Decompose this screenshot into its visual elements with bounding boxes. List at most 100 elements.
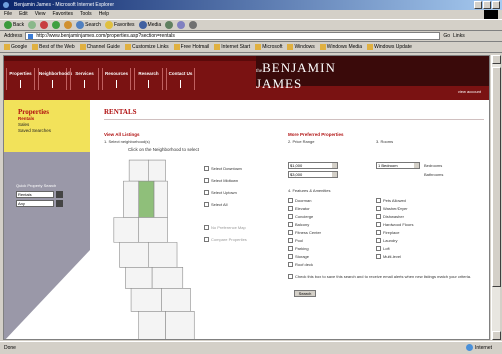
mail-icon <box>177 21 186 29</box>
menu-view[interactable]: View <box>35 10 46 19</box>
amenity-checkbox[interactable]: Pool <box>288 238 303 243</box>
amenity-checkbox[interactable]: Fitness Center <box>288 230 321 235</box>
price-from-select[interactable]: $1,000 <box>288 162 338 169</box>
favorites-button[interactable]: Favorites <box>104 21 135 29</box>
minimize-button[interactable] <box>474 1 482 9</box>
sidebar: Properties Rentals Sales Saved Searches … <box>4 100 90 339</box>
link-microsoft[interactable]: Microsoft <box>255 44 282 50</box>
neighborhood-checkbox[interactable]: Select All <box>204 202 227 207</box>
map-region[interactable] <box>148 242 178 268</box>
windows-logo-icon <box>484 10 498 19</box>
neighborhood-checkbox[interactable]: Select Uptown <box>204 190 237 195</box>
map-region[interactable] <box>125 266 153 289</box>
account-link[interactable]: view account <box>458 89 481 94</box>
quick-search-go-button-2[interactable] <box>56 200 63 207</box>
link-windows-update[interactable]: Windows Update <box>367 44 412 50</box>
refresh-button[interactable] <box>52 21 61 29</box>
go-button[interactable]: Go <box>443 33 450 39</box>
amenity-checkbox[interactable]: Doorman <box>288 198 311 203</box>
map-region[interactable] <box>138 311 166 340</box>
print-button[interactable] <box>189 21 198 29</box>
amenity-checkbox[interactable]: Fireplace <box>376 230 399 235</box>
scroll-down-button[interactable] <box>492 331 501 340</box>
amenity-checkbox[interactable]: Loft <box>376 246 390 251</box>
quick-search-go-button[interactable] <box>56 191 63 198</box>
menu-edit[interactable]: Edit <box>19 10 28 19</box>
price-to-select[interactable]: $3,000 <box>288 171 338 178</box>
amenity-checkbox[interactable]: Laundry <box>376 238 397 243</box>
map-region[interactable] <box>113 217 140 243</box>
back-arrow-icon <box>4 21 12 29</box>
menu-tools[interactable]: Tools <box>80 10 92 19</box>
quick-search-type[interactable]: Rentals <box>16 191 54 198</box>
amenity-checkbox[interactable]: Balcony <box>288 222 309 227</box>
stop-button[interactable] <box>40 21 49 29</box>
search-button[interactable]: Search <box>76 21 101 29</box>
link-google[interactable]: Google <box>4 44 27 50</box>
scroll-thumb[interactable] <box>492 67 501 287</box>
history-button[interactable] <box>165 21 174 29</box>
address-input[interactable]: http://www.benjaminjames.com/properties.… <box>25 32 441 40</box>
toolbar: Back Search Favorites Media <box>0 19 502 31</box>
link-channel-guide[interactable]: Channel Guide <box>79 44 120 50</box>
menu-file[interactable]: File <box>4 10 12 19</box>
amenity-checkbox[interactable]: Roof deck <box>288 262 313 267</box>
map-region[interactable] <box>138 217 168 243</box>
nav-services[interactable]: Services <box>70 68 99 90</box>
nav-properties[interactable]: Properties <box>6 68 35 90</box>
view-all-link[interactable]: View All Listings <box>104 132 140 137</box>
nav-resources[interactable]: Resources <box>102 68 131 90</box>
search-submit-button[interactable]: Search <box>294 290 316 297</box>
media-button[interactable]: Media <box>138 21 161 29</box>
main-content: RENTALS View All Listings 1. Select neig… <box>104 108 484 339</box>
neighborhood-map[interactable] <box>110 156 200 340</box>
site-logo[interactable]: theBENJAMIN JAMES <box>256 61 336 90</box>
sidebar-item-saved-searches[interactable]: Saved Searches <box>18 128 90 134</box>
amenity-checkbox[interactable]: Storage <box>288 254 309 259</box>
home-button[interactable] <box>64 21 73 29</box>
map-region[interactable] <box>119 242 149 268</box>
save-search-checkbox[interactable]: Check this box to save this search and t… <box>288 274 478 279</box>
quick-search-area[interactable]: Any <box>16 200 54 207</box>
scroll-up-button[interactable] <box>492 55 501 64</box>
map-region[interactable] <box>148 159 166 182</box>
window-title: Benjamin James - Microsoft Internet Expl… <box>14 2 115 8</box>
link-customize[interactable]: Customize Links <box>124 44 169 50</box>
map-region-selected[interactable] <box>138 180 155 218</box>
amenity-checkbox[interactable]: Hardwood Floors <box>376 222 413 227</box>
neighborhood-checkbox[interactable]: Select Midtown <box>204 178 238 183</box>
rooms-select[interactable]: 1 Bedroom <box>376 162 420 169</box>
map-region[interactable] <box>153 180 168 218</box>
link-windows[interactable]: Windows <box>287 44 315 50</box>
amenity-checkbox[interactable]: Elevator <box>288 206 310 211</box>
neighborhood-checkbox[interactable]: Select Downtown <box>204 166 242 171</box>
nav-contact[interactable]: Contact Us <box>166 68 195 90</box>
amenity-checkbox[interactable]: Parking <box>288 246 309 251</box>
menu-help[interactable]: Help <box>99 10 109 19</box>
menu-favorites[interactable]: Favorites <box>52 10 73 19</box>
amenity-checkbox[interactable]: Multi-level <box>376 254 401 259</box>
nav-neighborhoods[interactable]: Neighborhoods <box>38 68 72 90</box>
map-region[interactable] <box>123 180 140 218</box>
amenity-checkbox[interactable]: Concierge <box>288 214 313 219</box>
amenity-checkbox[interactable]: Washer/Dryer <box>376 206 408 211</box>
amenity-checkbox[interactable]: Pets Allowed <box>376 198 406 203</box>
close-button[interactable] <box>492 1 500 9</box>
map-region[interactable] <box>161 288 191 312</box>
map-region[interactable] <box>130 288 162 312</box>
forward-button[interactable] <box>28 21 37 29</box>
links-label[interactable]: Links <box>453 33 465 39</box>
mail-button[interactable] <box>177 21 186 29</box>
link-windows-media[interactable]: Windows Media <box>319 44 362 50</box>
vertical-scrollbar[interactable] <box>491 55 501 340</box>
map-region[interactable] <box>151 266 184 289</box>
back-button[interactable]: Back <box>4 21 24 29</box>
map-region[interactable] <box>128 159 149 182</box>
link-internet-start[interactable]: Internet Start <box>214 44 250 50</box>
map-region[interactable] <box>165 311 195 340</box>
link-hotmail[interactable]: Free Hotmail <box>173 44 209 50</box>
nav-research[interactable]: Research <box>134 68 163 90</box>
amenity-checkbox[interactable]: Dishwasher <box>376 214 404 219</box>
maximize-button[interactable] <box>483 1 491 9</box>
link-best-of-web[interactable]: Best of the Web <box>32 44 75 50</box>
